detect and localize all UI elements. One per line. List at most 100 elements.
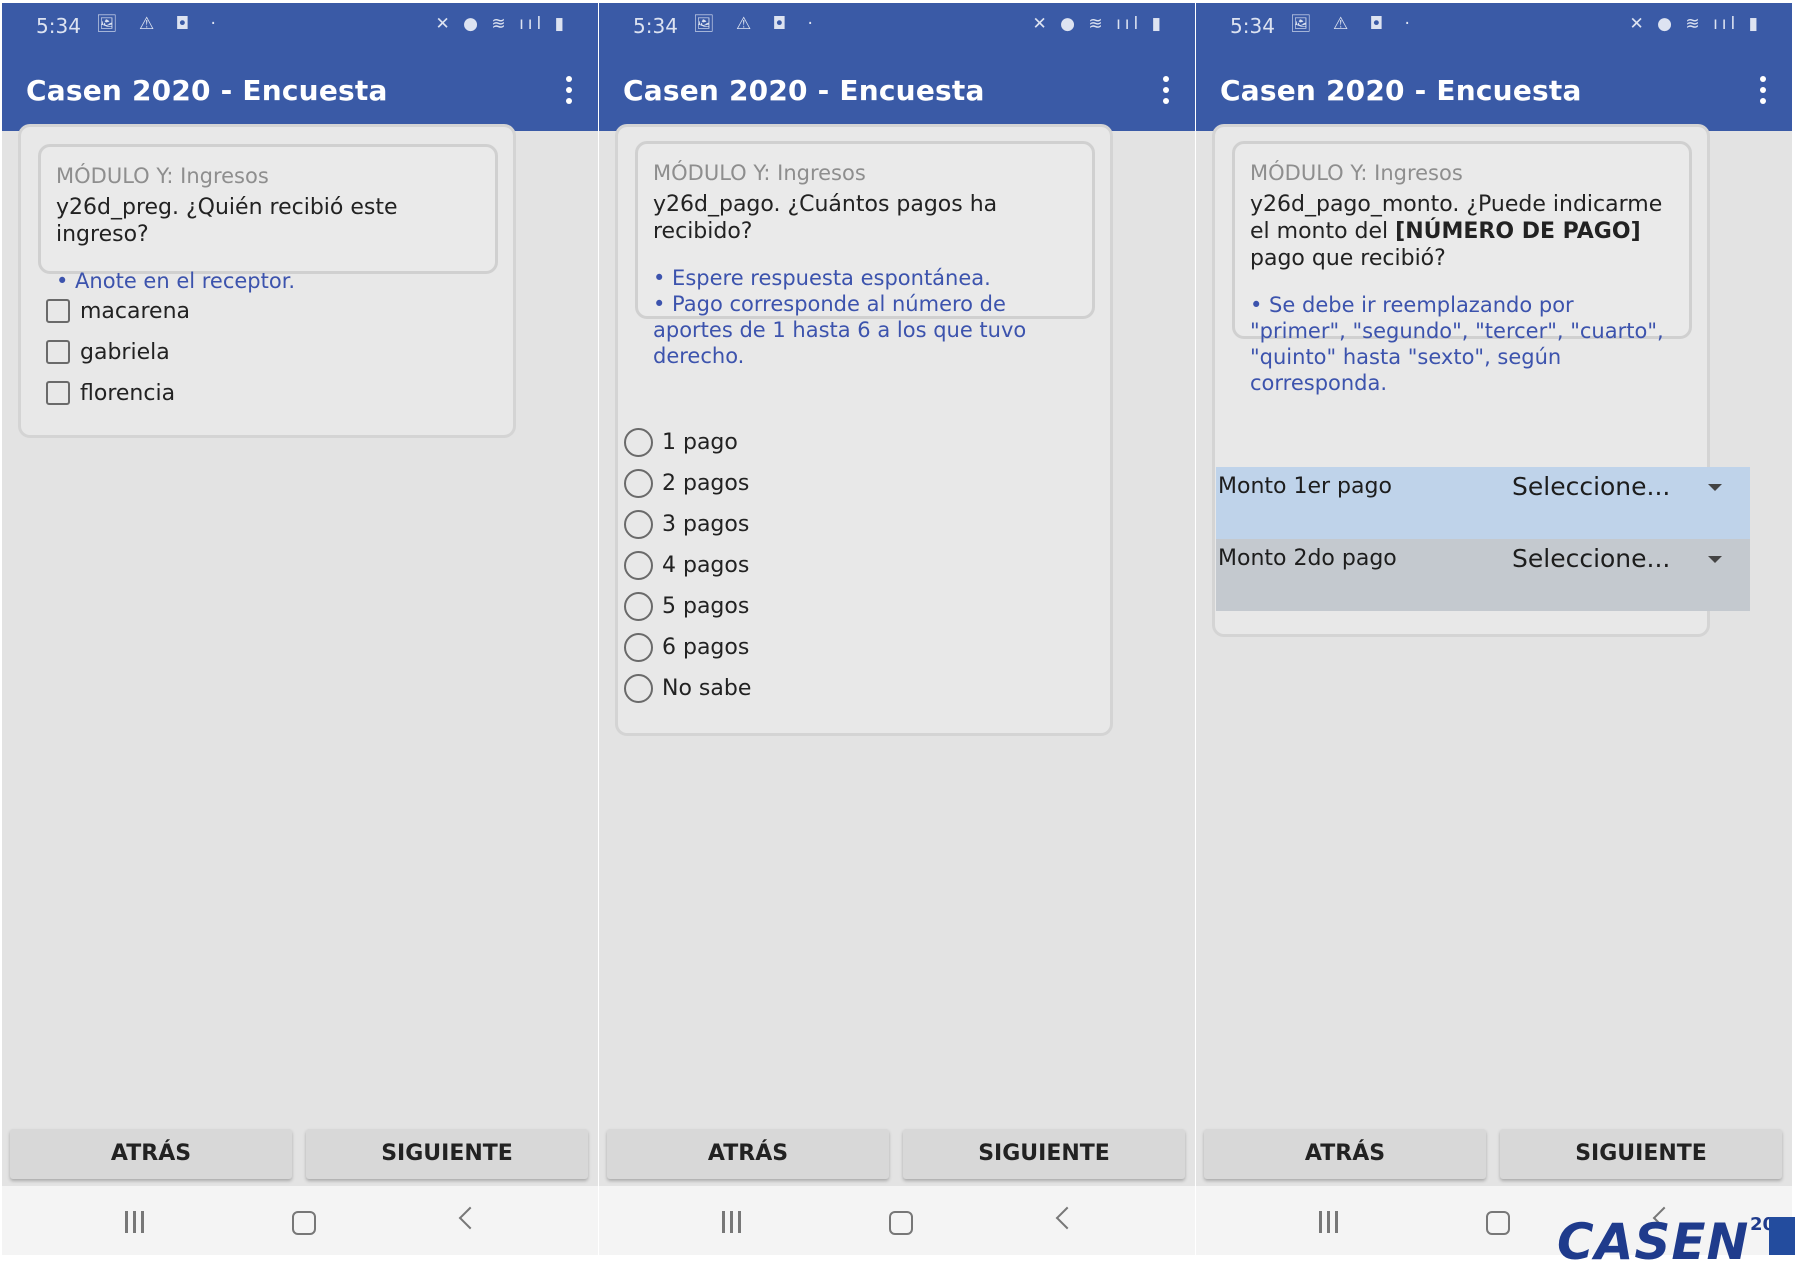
recent-bar xyxy=(1319,1211,1322,1233)
status-notification-icons: 🖼 ⚠ ◘ · xyxy=(1290,14,1418,34)
option-label: macarena xyxy=(80,299,190,324)
checkbox-option[interactable]: gabriela xyxy=(46,335,346,371)
phone-screen: 5:34🖼 ⚠ ◘ ·✕ ● ≋ ııl ▮Casen 2020 - Encue… xyxy=(2,3,598,1255)
dropdown-label: Monto 2do pago xyxy=(1218,546,1397,571)
phone-screen: 5:34 🖼 ⚠ ◘ · ✕ ● ≋ ııl ▮ Casen 2020 - Encue… xyxy=(599,3,1195,1255)
more-vert-icon[interactable] xyxy=(1756,76,1770,108)
amount-dropdown[interactable]: Monto 1er pagoSeleccione... xyxy=(1216,467,1750,539)
checkbox[interactable] xyxy=(46,381,70,405)
more-vert-icon[interactable] xyxy=(562,76,576,108)
question-text: y26d_pago_monto. ¿Puede indicarme el mon… xyxy=(1250,191,1674,272)
next-button[interactable]: SIGUIENTE xyxy=(903,1129,1185,1179)
status-system-icons: ✕ ● ≋ ııl ▮ xyxy=(1033,14,1165,34)
module-title: MÓDULO Y: Ingresos xyxy=(653,160,1077,187)
module-title: MÓDULO Y: Ingresos xyxy=(1250,160,1674,187)
casen-logo: CASEN20 xyxy=(1545,1195,1795,1255)
home-icon[interactable] xyxy=(1486,1211,1510,1235)
dropdown-value[interactable]: Seleccione... xyxy=(1512,544,1670,573)
question-box: MÓDULO Y: Ingresos y26d_pago_monto. ¿Pued… xyxy=(1232,141,1692,339)
question-box: MÓDULO Y: Ingresos y26d_preg. ¿Quién reci… xyxy=(38,144,498,274)
menu-dot xyxy=(1760,76,1766,82)
back-icon[interactable] xyxy=(1056,1207,1079,1230)
status-time: 5:34 xyxy=(36,14,81,38)
status-time: 5:34 xyxy=(633,14,678,38)
status-time: 5:34 xyxy=(1230,14,1275,38)
radio-option[interactable]: 3 pagos xyxy=(624,507,924,543)
radio-button[interactable] xyxy=(624,633,653,662)
option-label: No sabe xyxy=(662,676,751,701)
status-bar: 5:34🖼 ⚠ ◘ ·✕ ● ≋ ııl ▮ xyxy=(1196,3,1792,48)
screens-container: 5:34 🖼 ⚠ ◘ · ✕ ● ≋ ııl ▮ Casen 2020 - Encue… xyxy=(0,0,1795,1255)
option-label: 6 pagos xyxy=(662,635,749,660)
status-bar: 5:34🖼 ⚠ ◘ ·✕ ● ≋ ııl ▮ xyxy=(2,3,598,48)
back-button[interactable]: ATRÁS xyxy=(607,1129,889,1179)
radio-button[interactable] xyxy=(624,428,653,457)
recent-apps-icon[interactable] xyxy=(1319,1211,1343,1233)
back-icon[interactable] xyxy=(459,1207,482,1230)
app-bar: Casen 2020 - Encuesta xyxy=(1196,48,1792,131)
menu-dot xyxy=(1163,98,1169,104)
menu-dot xyxy=(1163,87,1169,93)
option-label: 3 pagos xyxy=(662,512,749,537)
logo-text: CASEN xyxy=(1557,1213,1749,1271)
question-text: y26d_pago. ¿Cuántos pagos ha recibido? xyxy=(653,191,1077,245)
interviewer-hint: • Anote en el receptor. xyxy=(56,268,480,294)
recent-bar xyxy=(133,1211,136,1233)
app-title: Casen 2020 - Encuesta xyxy=(26,74,388,107)
back-button[interactable]: ATRÁS xyxy=(1204,1129,1486,1179)
app-title: Casen 2020 - Encuesta xyxy=(1220,74,1582,107)
recent-bar xyxy=(125,1211,128,1233)
interviewer-hint: • Espere respuesta espontánea.• Pago cor… xyxy=(653,265,1077,369)
amount-dropdown[interactable]: Monto 2do pago Seleccione... xyxy=(1216,539,1750,611)
checkbox-option[interactable]: florencia xyxy=(46,376,346,412)
question-text: y26d_preg. ¿Quién recibió este ingreso? xyxy=(56,194,480,248)
app-title: Casen 2020 - Encuesta xyxy=(623,74,985,107)
option-label: 1 pago xyxy=(662,430,738,455)
checkbox-option[interactable]: macarena xyxy=(46,294,346,330)
radio-button[interactable] xyxy=(624,469,653,498)
dropdown-arrow-icon[interactable] xyxy=(1708,556,1722,563)
radio-option[interactable]: No sabe xyxy=(624,671,924,707)
radio-option[interactable]: 1 pago xyxy=(624,425,924,461)
menu-dot xyxy=(1760,87,1766,93)
radio-option[interactable]: 6 pagos xyxy=(624,630,924,666)
radio-option[interactable]: 5 pagos xyxy=(624,589,924,625)
menu-dot xyxy=(566,87,572,93)
recent-bar xyxy=(722,1211,725,1233)
menu-dot xyxy=(1760,98,1766,104)
dropdown-arrow-icon[interactable] xyxy=(1708,484,1722,491)
radio-button[interactable] xyxy=(624,510,653,539)
checkbox[interactable] xyxy=(46,340,70,364)
more-vert-icon[interactable] xyxy=(1159,76,1173,108)
dropdown-value[interactable]: Seleccione... xyxy=(1512,472,1670,501)
menu-dot xyxy=(566,76,572,82)
option-label: 2 pagos xyxy=(662,471,749,496)
recent-bar xyxy=(1327,1211,1330,1233)
option-label: 5 pagos xyxy=(662,594,749,619)
next-button[interactable]: SIGUIENTE xyxy=(306,1129,588,1179)
question-box: MÓDULO Y: Ingresos y26d_pago. ¿Cuántos pa… xyxy=(635,141,1095,319)
radio-button[interactable] xyxy=(624,551,653,580)
home-icon[interactable] xyxy=(889,1211,913,1235)
next-button[interactable]: SIGUIENTE xyxy=(1500,1129,1782,1179)
back-button[interactable]: ATRÁS xyxy=(10,1129,292,1179)
module-title: MÓDULO Y: Ingresos xyxy=(56,163,480,190)
recent-apps-icon[interactable] xyxy=(125,1211,149,1233)
status-notification-icons: 🖼 ⚠ ◘ · xyxy=(96,14,224,34)
menu-dot xyxy=(1163,76,1169,82)
recent-bar xyxy=(738,1211,741,1233)
home-icon[interactable] xyxy=(292,1211,316,1235)
option-label: gabriela xyxy=(80,340,170,365)
checkbox[interactable] xyxy=(46,299,70,323)
recent-bar xyxy=(730,1211,733,1233)
radio-button[interactable] xyxy=(624,674,653,703)
radio-button[interactable] xyxy=(624,592,653,621)
radio-option[interactable]: 2 pagos xyxy=(624,466,924,502)
app-bar: Casen 2020 - Encuesta xyxy=(599,48,1195,131)
interviewer-hint: • Se debe ir reemplazando por "primer", … xyxy=(1250,292,1674,396)
status-notification-icons: 🖼 ⚠ ◘ · xyxy=(693,14,821,34)
recent-apps-icon[interactable] xyxy=(722,1211,746,1233)
menu-dot xyxy=(566,98,572,104)
radio-option[interactable]: 4 pagos xyxy=(624,548,924,584)
phone-screen: 5:34🖼 ⚠ ◘ ·✕ ● ≋ ııl ▮Casen 2020 - Encue… xyxy=(1196,3,1792,1255)
